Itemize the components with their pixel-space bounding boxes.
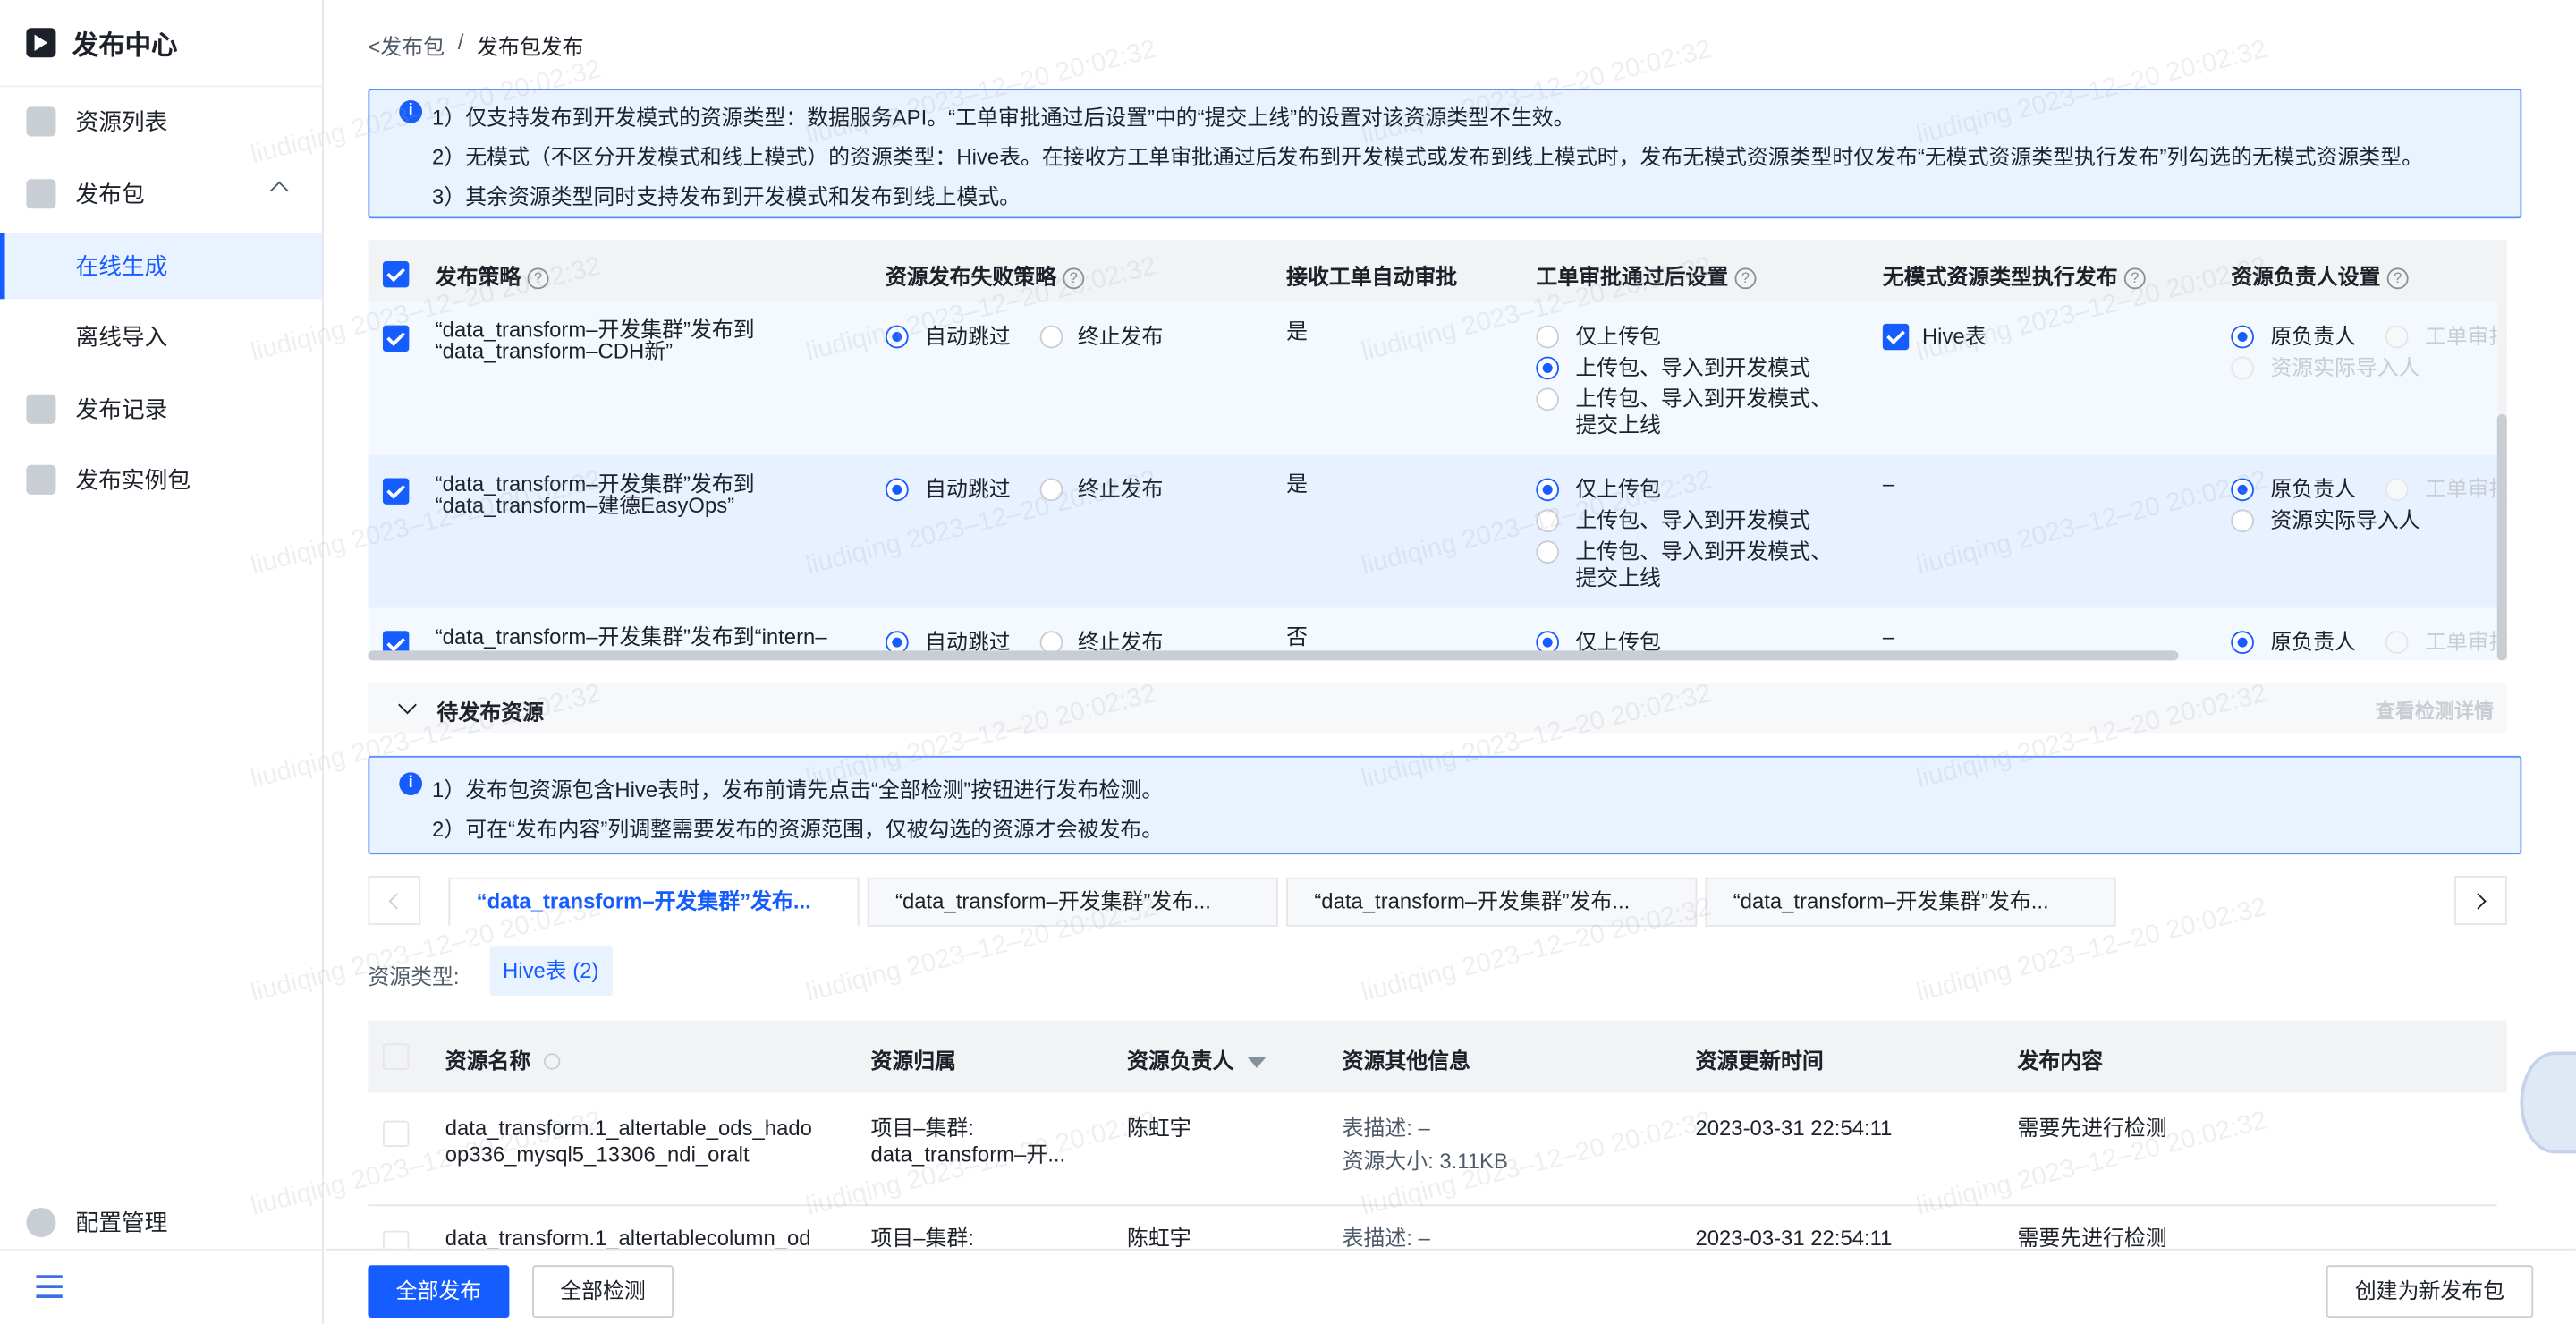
radio-original-owner[interactable] — [2231, 325, 2254, 349]
sidebar-item-offline-import[interactable]: 离线导入 — [0, 304, 322, 369]
tab-strategy-4[interactable]: “data_transform–开发集群”发布... — [1705, 877, 2116, 927]
assistant-robot-icon[interactable] — [2520, 1051, 2576, 1154]
select-all-checkbox[interactable] — [382, 1043, 410, 1070]
sidebar: 发布中心 资源列表 发布包 在线生成 离线导入 发布记录 发布实例包 配置管理 — [0, 0, 324, 1324]
radio-auto-skip[interactable] — [885, 478, 909, 502]
sidebar-item-config[interactable]: 配置管理 — [0, 1190, 322, 1255]
app-logo: 发布中心 — [26, 23, 177, 63]
list-icon — [26, 106, 56, 137]
resource-type-chip-hive[interactable]: Hive表 (2) — [489, 946, 613, 997]
header-auto-approve: 接收工单自动审批 — [1286, 264, 1458, 290]
info-icon: i — [399, 100, 423, 123]
radio-upload-online[interactable] — [1536, 540, 1560, 564]
help-icon: ? — [1063, 267, 1085, 290]
radio-upload-only[interactable] — [1536, 325, 1560, 349]
select-all-checkbox[interactable] — [382, 261, 410, 288]
strategy-name: “data_transform–开发集群”发布到“intern– — [435, 624, 827, 649]
strategy-table: 发布策略? 资源发布失败策略? 接收工单自动审批 工单审批通过后设置? 无模式资… — [368, 240, 2507, 661]
header-strategy: 发布策略? — [436, 259, 549, 291]
breadcrumb-current: 发布包发布 — [477, 34, 584, 60]
radio-stop-publish[interactable] — [1039, 325, 1063, 349]
tab-strategy-2[interactable]: “data_transform–开发集群”发布... — [867, 877, 1278, 927]
cloud-upload-icon — [26, 394, 56, 424]
create-new-package-button[interactable]: 创建为新发布包 — [2326, 1265, 2534, 1319]
header-nomode: 无模式资源类型执行发布? — [1883, 259, 2146, 291]
sidebar-item-resource-list[interactable]: 资源列表 — [0, 89, 322, 154]
header-fail-strategy: 资源发布失败策略? — [886, 259, 1085, 291]
help-icon: ? — [2386, 267, 2409, 290]
radio-ticket-approver[interactable] — [2385, 478, 2409, 502]
info-alert-publish-modes: i 1）仅支持发布到开发模式的资源类型：数据服务API。“工单审批通过后设置”中… — [368, 89, 2522, 219]
header-after-approve: 工单审批通过后设置? — [1536, 259, 1757, 291]
radio-original-owner[interactable] — [2231, 631, 2254, 655]
radio-upload-only[interactable] — [1536, 478, 1560, 502]
publish-content: 需要先进行检测 — [2017, 1116, 2167, 1141]
help-icon: ? — [2123, 267, 2146, 290]
tabs-prev-button[interactable] — [368, 875, 421, 926]
radio-upload-dev[interactable] — [1536, 356, 1560, 380]
vertical-scrollbar[interactable] — [2496, 301, 2507, 661]
search-icon[interactable] — [543, 1053, 561, 1070]
radio-ticket-approver[interactable] — [2385, 631, 2409, 655]
radio-auto-skip[interactable] — [885, 325, 909, 349]
app-title: 发布中心 — [72, 32, 178, 61]
gear-icon — [26, 1207, 56, 1238]
help-icon: ? — [1734, 267, 1757, 290]
resource-name: data_transform.1_altertablecolumn_od — [445, 1226, 811, 1249]
chevron-right-icon — [2470, 893, 2487, 910]
tab-strategy-3[interactable]: “data_transform–开发集群”发布... — [1286, 877, 1698, 927]
chevron-down-icon — [398, 695, 417, 715]
view-detail-link[interactable]: 查看检测详情 — [2376, 697, 2494, 725]
sidebar-item-publish-record[interactable]: 发布记录 — [0, 377, 322, 442]
header-owner-setting: 资源负责人设置? — [2231, 259, 2409, 291]
collapse-menu-icon[interactable] — [36, 1275, 63, 1298]
sidebar-item-online-generate[interactable]: 在线生成 — [0, 233, 322, 300]
resource-type-label: 资源类型: — [368, 964, 460, 989]
resource-table-body: data_transform.1_altertable_ods_hado op3… — [368, 1092, 2506, 1249]
radio-ticket-approver[interactable] — [2385, 325, 2409, 349]
info-icon: i — [399, 772, 423, 795]
resource-name: data_transform.1_altertable_ods_hado — [445, 1116, 812, 1141]
radio-actual-importer[interactable] — [2231, 509, 2254, 533]
sidebar-item-package[interactable]: 发布包 — [0, 161, 322, 226]
publish-content: 需要先进行检测 — [2017, 1226, 2167, 1249]
info-alert-check: i 1）发布包资源包含Hive表时，发布前请先点击“全部检测”按钮进行发布检测。… — [368, 755, 2522, 855]
tab-strategy-1[interactable]: “data_transform–开发集群”发布... — [448, 877, 860, 927]
hive-checkbox[interactable] — [1882, 323, 1910, 351]
publish-all-button[interactable]: 全部发布 — [368, 1265, 510, 1319]
row-checkbox[interactable] — [382, 1230, 410, 1249]
check-all-button[interactable]: 全部检测 — [532, 1265, 674, 1319]
radio-upload-online[interactable] — [1536, 387, 1560, 412]
footer-bar: 全部发布 全部检测 创建为新发布包 — [325, 1248, 2576, 1324]
instance-package-icon — [26, 464, 56, 495]
radio-original-owner[interactable] — [2231, 478, 2254, 502]
sidebar-item-instance-package[interactable]: 发布实例包 — [0, 447, 322, 513]
chevron-up-icon — [269, 181, 289, 200]
radio-actual-importer[interactable] — [2231, 356, 2254, 380]
row-checkbox[interactable] — [382, 325, 410, 352]
breadcrumb: <发布包 / 发布包发布 — [368, 30, 584, 61]
pending-title: 待发布资源 — [436, 700, 544, 725]
breadcrumb-back[interactable]: <发布包 — [368, 30, 445, 61]
filter-icon[interactable] — [1247, 1056, 1267, 1068]
row-checkbox[interactable] — [382, 1120, 410, 1148]
logo-icon — [26, 28, 56, 58]
tabs-next-button[interactable] — [2454, 875, 2507, 926]
row-checkbox[interactable] — [382, 478, 410, 505]
resource-table-header: 资源名称 资源归属 资源负责人 资源其他信息 资源更新时间 发布内容 — [368, 1020, 2507, 1093]
help-icon: ? — [527, 267, 549, 290]
pending-section-header[interactable]: 待发布资源 查看检测详情 — [368, 683, 2507, 734]
radio-upload-dev[interactable] — [1536, 509, 1560, 533]
horizontal-scrollbar[interactable] — [368, 650, 2179, 661]
radio-stop-publish[interactable] — [1039, 478, 1063, 502]
chevron-left-icon — [388, 893, 405, 910]
package-icon — [26, 179, 56, 209]
